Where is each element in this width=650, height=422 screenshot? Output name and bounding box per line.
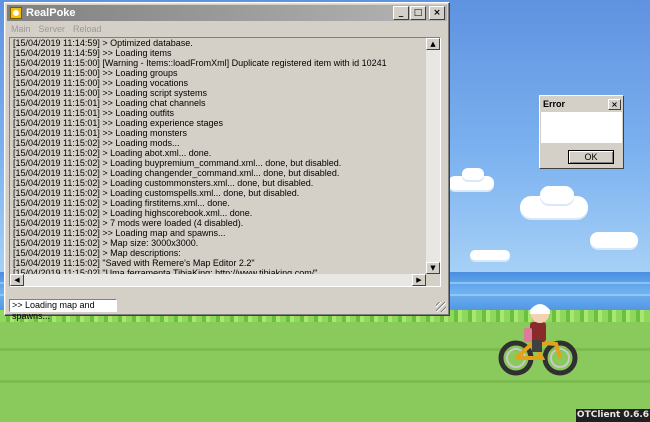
- console-log-panel: [15/04/2019 11:14:59] > Optimized databa…: [9, 37, 441, 287]
- menu-main[interactable]: Main: [11, 22, 31, 36]
- log-line: [15/04/2019 11:15:02] > Map descriptions…: [13, 248, 181, 258]
- horizontal-scrollbar[interactable]: ◀ ▶: [10, 274, 426, 286]
- bicycle-trainer-sprite: [498, 304, 578, 376]
- log-line: [15/04/2019 11:15:02] > Loading buypremi…: [13, 158, 342, 168]
- scroll-left-button[interactable]: ◀: [10, 274, 24, 286]
- log-line: [15/04/2019 11:14:59] > Optimized databa…: [13, 38, 193, 48]
- error-dialog-close-button[interactable]: ×: [608, 98, 621, 110]
- menu-reload[interactable]: Reload: [73, 22, 102, 36]
- error-dialog-title-bar[interactable]: Error ×: [541, 97, 622, 111]
- menu-server[interactable]: Server: [39, 22, 66, 36]
- log-line: [15/04/2019 11:15:00] >> Loading script …: [13, 88, 207, 98]
- vertical-scrollbar[interactable]: ▲ ▼: [426, 38, 440, 274]
- client-version-label: OTClient 0.6.6: [576, 409, 650, 422]
- log-line: [15/04/2019 11:15:02] >> Loading mods...: [13, 138, 180, 148]
- log-line: [15/04/2019 11:15:02] > 7 mods were load…: [13, 218, 244, 228]
- cloud: [540, 186, 574, 204]
- cloud: [590, 232, 638, 248]
- scroll-down-button[interactable]: ▼: [426, 262, 440, 274]
- close-button[interactable]: ×: [429, 6, 445, 20]
- log-line: [15/04/2019 11:15:01] >> Loading chat ch…: [13, 98, 206, 108]
- log-line: [15/04/2019 11:15:02] > Map size: 3000x3…: [13, 238, 199, 248]
- status-bar: >> Loading map and spawns...: [9, 299, 117, 321]
- scroll-right-button[interactable]: ▶: [412, 274, 426, 286]
- scroll-up-button[interactable]: ▲: [426, 38, 440, 50]
- log-line: [15/04/2019 11:15:00] >> Loading groups: [13, 68, 178, 78]
- log-line: [15/04/2019 11:15:02] > Loading abot.xml…: [13, 148, 212, 158]
- cloud: [462, 168, 484, 180]
- log-line: [15/04/2019 11:15:02] > Loading firstite…: [13, 198, 230, 208]
- log-line: [15/04/2019 11:15:02] > Loading custommo…: [13, 178, 314, 188]
- minimize-button[interactable]: _: [393, 6, 409, 20]
- error-dialog-message: [541, 112, 622, 143]
- log-line: [15/04/2019 11:15:02] > Loading changend…: [13, 168, 340, 178]
- console-log: [15/04/2019 11:14:59] > Optimized databa…: [13, 38, 423, 274]
- log-line: [15/04/2019 11:15:00] >> Loading vocatio…: [13, 78, 188, 88]
- log-line: [15/04/2019 11:15:02] > Loading highscor…: [13, 208, 253, 218]
- ok-button[interactable]: OK: [568, 150, 614, 164]
- log-line: [15/04/2019 11:15:02] >> Loading map and…: [13, 228, 226, 238]
- log-line: [15/04/2019 11:14:59] >> Loading items: [13, 48, 172, 58]
- resize-grip-icon[interactable]: [436, 302, 446, 312]
- log-line: [15/04/2019 11:15:01] >> Loading monster…: [13, 128, 187, 138]
- log-line: [15/04/2019 11:15:01] >> Loading experie…: [13, 118, 224, 128]
- cloud: [470, 250, 510, 260]
- log-line: [15/04/2019 11:15:02] "Saved with Remere…: [13, 258, 255, 268]
- server-console-window: RealPoke _ □ × Main Server Reload [15/04…: [4, 2, 450, 321]
- scroll-corner: [426, 274, 440, 286]
- window-controls: _ □ ×: [392, 6, 445, 20]
- error-dialog-title: Error: [543, 99, 566, 109]
- log-line: [15/04/2019 11:15:00] [Warning - Items::…: [13, 58, 387, 68]
- log-line: [15/04/2019 11:15:02] > Loading customsp…: [13, 188, 300, 198]
- menu-bar: Main Server Reload: [7, 22, 447, 36]
- window-title: RealPoke: [26, 7, 76, 19]
- error-dialog: Error × OK: [539, 95, 624, 169]
- title-bar[interactable]: RealPoke _ □ ×: [7, 5, 447, 21]
- app-icon: [10, 7, 22, 19]
- maximize-button[interactable]: □: [410, 6, 426, 20]
- log-line: [15/04/2019 11:15:01] >> Loading outfits: [13, 108, 174, 118]
